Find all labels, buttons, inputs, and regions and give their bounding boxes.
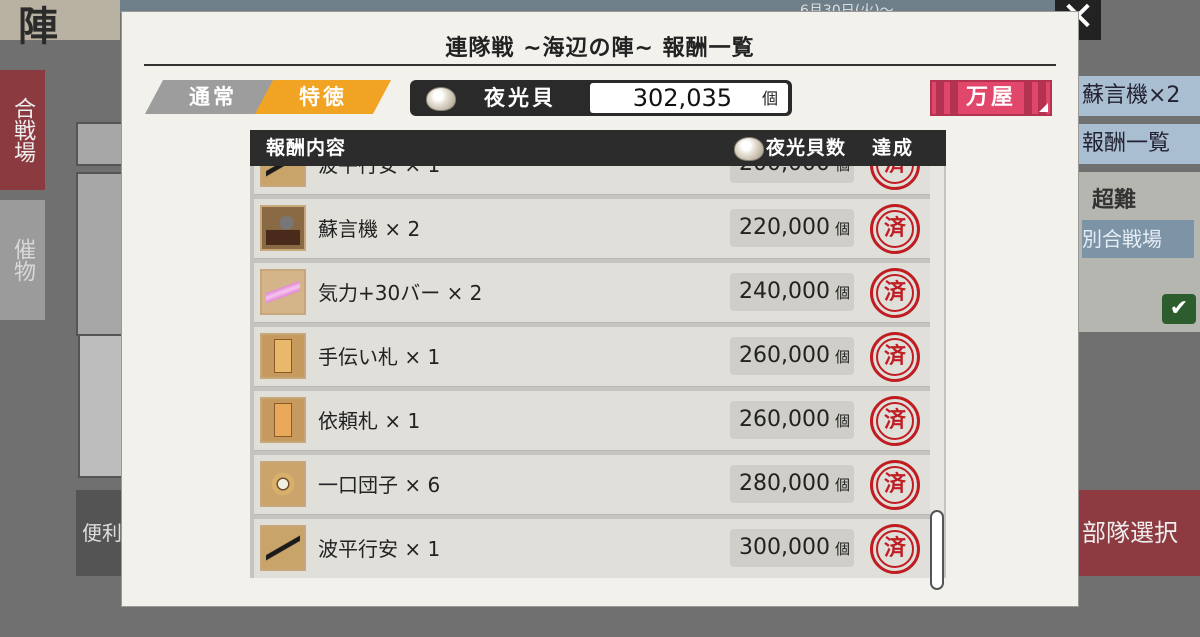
reward-count: 240,000 個	[730, 273, 854, 311]
sidebar-tab-battlefield[interactable]: 合戦場	[0, 70, 45, 190]
completed-stamp-icon: 済	[870, 332, 920, 382]
reward-name: 蘇言機 × 2	[318, 217, 421, 241]
bg-unit-select-button[interactable]: 部隊選択	[1078, 490, 1200, 576]
completed-stamp-icon: 済	[870, 396, 920, 446]
currency-unit: 個	[761, 89, 778, 108]
reward-name: 一口団子 × 6	[318, 473, 441, 497]
help-charm-icon	[260, 333, 306, 379]
reward-count: 280,000 個	[730, 465, 854, 503]
table-row: 蘇言機 × 2 220,000 個 済	[254, 199, 934, 259]
reward-name: 依頼札 × 1	[318, 409, 421, 433]
bg-difficulty-title: 超難	[1092, 188, 1137, 213]
request-charm-icon	[260, 397, 306, 443]
bg-right-tag: 蘇言機×2	[1078, 76, 1200, 116]
bg-panel-b	[76, 172, 126, 336]
reward-count: 300,000 個	[730, 529, 854, 567]
currency-display: 夜光貝 302,035 個	[410, 80, 792, 116]
reward-list-dialog: 連隊戦 ~海辺の陣~ 報酬一覧 通常 特徳 夜光貝 302,035 個 万屋 報…	[122, 12, 1078, 606]
header-content: 報酬内容	[266, 137, 347, 159]
shop-button-label: 万屋	[965, 85, 1016, 110]
header-status: 達成	[872, 137, 915, 159]
bg-panel-a	[76, 122, 126, 166]
sword-icon	[260, 166, 306, 187]
table-row: 一口団子 × 6 280,000 個 済	[254, 455, 934, 515]
table-row: 波平行安 × 1 300,000 個 済	[254, 519, 934, 578]
reward-name: 手伝い札 × 1	[318, 345, 441, 369]
energy-bar-icon	[260, 269, 306, 315]
completed-stamp-icon: 済	[870, 204, 920, 254]
reward-name: 波平行安 × 1	[318, 166, 440, 195]
phonograph-icon	[260, 205, 306, 251]
table-row: 気力+30バー × 2 240,000 個 済	[254, 263, 934, 323]
currency-value: 302,035	[632, 84, 732, 112]
bg-difficulty-panel[interactable]: 超難 別合戦場 ✔	[1078, 172, 1200, 332]
currency-value-box: 302,035 個	[590, 83, 788, 113]
check-icon: ✔	[1162, 294, 1196, 324]
completed-stamp-icon: 済	[870, 460, 920, 510]
dialog-title: 連隊戦 ~海辺の陣~ 報酬一覧	[445, 36, 755, 61]
completed-stamp-icon: 済	[870, 268, 920, 318]
reward-count: 220,000 個	[730, 209, 854, 247]
bg-reward-list-button[interactable]: 報酬一覧	[1078, 124, 1200, 164]
table-row: 手伝い札 × 1 260,000 個 済	[254, 327, 934, 387]
title-divider	[144, 64, 1056, 66]
reward-count: 260,000 個	[730, 401, 854, 439]
sword-icon	[260, 525, 306, 571]
currency-label: 夜光貝	[484, 86, 556, 110]
shop-button[interactable]: 万屋	[930, 80, 1052, 116]
table-row: 波平行安 × 1 200,000個 済	[254, 166, 934, 195]
scrollbar-thumb[interactable]	[930, 510, 944, 590]
table-header: 報酬内容 夜光貝数 達成	[250, 130, 946, 166]
tab-special[interactable]: 特徳	[254, 80, 392, 114]
bg-title: 陣	[0, 0, 120, 50]
sidebar-tab-event[interactable]: 催物	[0, 200, 45, 320]
reward-table: 報酬内容 夜光貝数 達成 波平行安 × 1 200,000個 済	[250, 130, 946, 578]
bg-info-table	[78, 334, 126, 478]
reward-name: 気力+30バー × 2	[318, 281, 483, 305]
seashell-icon	[426, 87, 456, 111]
completed-stamp-icon: 済	[870, 166, 920, 190]
bg-convenience-button[interactable]: 便利	[76, 490, 126, 576]
reward-list[interactable]: 波平行安 × 1 200,000個 済 蘇言機 × 2 220,000個 済	[254, 166, 934, 578]
table-row: 依頼札 × 1 260,000 個 済	[254, 391, 934, 451]
reward-name: 波平行安 × 1	[318, 537, 441, 561]
header-count: 夜光貝数	[766, 137, 847, 159]
bg-other-battlefield-button[interactable]: 別合戦場	[1082, 220, 1194, 258]
corner-arrow-icon	[1039, 103, 1048, 112]
reward-count: 260,000 個	[730, 337, 854, 375]
seashell-icon	[734, 137, 764, 161]
completed-stamp-icon: 済	[870, 524, 920, 574]
dango-icon	[260, 461, 306, 507]
reward-count: 200,000個	[730, 166, 854, 183]
